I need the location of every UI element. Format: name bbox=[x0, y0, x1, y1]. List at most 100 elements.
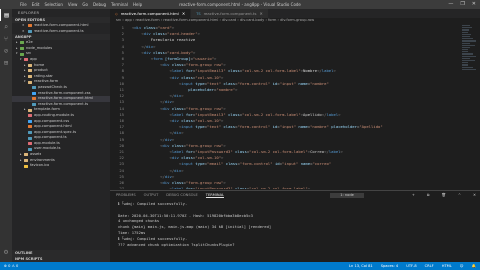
open-editors-list: ✕ reactive-form.component.html ✕ reactive-f… bbox=[12, 23, 110, 34]
panel-tab-debug-console[interactable]: DEBUG CONSOLE bbox=[166, 193, 197, 198]
menu-item-edit[interactable]: Edit bbox=[32, 2, 40, 7]
line-number: 19 bbox=[119, 136, 124, 142]
line-number: 26 bbox=[119, 180, 124, 185]
status-item[interactable]: UTF-8 bbox=[406, 264, 416, 268]
folder-icon bbox=[28, 80, 32, 84]
minimap[interactable] bbox=[462, 24, 476, 184]
code-line: </div> bbox=[169, 93, 184, 99]
code-line: <div class="col-sm-10"> bbox=[169, 118, 224, 123]
open-editor-label: reactive-form.component.ts bbox=[33, 28, 84, 33]
file-icon bbox=[28, 142, 32, 146]
code-line: </div> bbox=[160, 173, 175, 179]
editor-tab[interactable]: ◇ reactive-form.component.html ✕ bbox=[110, 9, 192, 18]
line-number: 25 bbox=[119, 173, 124, 179]
menu-item-help[interactable]: Help bbox=[133, 2, 142, 7]
minimize-button[interactable]: — bbox=[448, 1, 453, 7]
line-number: 27 bbox=[119, 186, 124, 189]
code-line: <div class="col-sm-10"> bbox=[169, 74, 224, 80]
file-tree: ▸ e2e ▸ node_modules ▾ src ▾ app ▸ home ▸ product ▸ r… bbox=[12, 40, 110, 169]
file-type-icon bbox=[27, 29, 32, 33]
code-line: </div> bbox=[169, 130, 184, 136]
line-number: 22 bbox=[119, 155, 124, 161]
status-item[interactable]: CRLF bbox=[425, 264, 434, 268]
line-number: 23 bbox=[119, 161, 124, 167]
status-item[interactable]: Ln 13, Col 81 bbox=[349, 264, 373, 268]
menu-item-file[interactable]: File bbox=[20, 2, 27, 7]
folder-icon bbox=[24, 58, 28, 62]
menu-item-go[interactable]: Go bbox=[82, 2, 88, 7]
file-icon bbox=[28, 125, 32, 129]
code-line: <div class="card-header"> bbox=[141, 31, 200, 37]
debug-icon[interactable]: ⊘ bbox=[0, 45, 12, 57]
add-terminal-icon[interactable]: + bbox=[412, 193, 415, 197]
code-line: </div> bbox=[169, 167, 184, 173]
close-icon[interactable]: ✕ bbox=[182, 11, 185, 16]
html-file-icon: ◇ bbox=[115, 11, 118, 16]
line-number: 5 bbox=[121, 49, 124, 55]
line-number: 7 bbox=[121, 62, 124, 68]
file-icon bbox=[32, 103, 36, 107]
file-icon bbox=[28, 147, 32, 151]
extensions-icon[interactable]: ⊞ bbox=[0, 57, 12, 69]
tree-item[interactable]: favicon.ico bbox=[12, 163, 110, 169]
code-line: <div class="form-group row"> bbox=[160, 62, 226, 68]
status-item[interactable]: HTML bbox=[442, 264, 452, 268]
code-line: <form [formGroup]="usuario"> bbox=[150, 56, 217, 61]
line-number: 12 bbox=[119, 93, 124, 99]
panel-tab-problems[interactable]: PROBLEMS bbox=[116, 193, 136, 198]
line-number: 9 bbox=[121, 74, 124, 80]
folder-icon bbox=[28, 108, 32, 112]
menu-bar: File Edit Selection View Go Debug Terminal Help bbox=[20, 2, 142, 7]
code-line: <div class="form-group row"> bbox=[160, 105, 226, 111]
code-editor[interactable]: 1 2 3 4 5 6 7 8 9 10 11 12 13 14 15 16 17 18 19 20 21 22 23 24 2… bbox=[110, 24, 480, 189]
source-control-icon[interactable]: ⑂ bbox=[0, 33, 12, 45]
file-icon bbox=[28, 119, 32, 123]
menu-item-selection[interactable]: Selection bbox=[44, 2, 62, 7]
status-item[interactable]: Spaces: 4 bbox=[381, 264, 398, 268]
menu-item-view[interactable]: View bbox=[68, 2, 78, 7]
activity-bar: ▤ ⌕ ⑂ ⊘ ⊞ ⚙ bbox=[0, 9, 12, 262]
line-number: 21 bbox=[119, 149, 124, 154]
bottom-panel: PROBLEMS OUTPUT DEBUG CONSOLE TERMINAL 1: n… bbox=[110, 190, 480, 263]
code-line: </div> bbox=[141, 43, 156, 49]
problems-status[interactable]: ⊗ 0 ⚠ 0 bbox=[4, 264, 18, 268]
search-icon[interactable]: ⌕ bbox=[0, 21, 12, 33]
settings-gear-icon[interactable]: ⚙ bbox=[0, 246, 12, 258]
status-item[interactable]: 🔔 bbox=[472, 264, 476, 268]
menu-item-debug[interactable]: Debug bbox=[93, 2, 106, 7]
folder-icon bbox=[24, 158, 28, 162]
files-icon[interactable]: ▤ bbox=[0, 9, 12, 21]
file-icon bbox=[28, 130, 32, 134]
maximize-button[interactable]: ❐ bbox=[460, 1, 464, 7]
status-bar: ⊗ 0 ⚠ 0 Ln 13, Col 81 Spaces: 4 UTF-8 CRLF H… bbox=[0, 262, 480, 270]
tree-item-label: favicon.ico bbox=[30, 163, 50, 168]
line-number: 4 bbox=[121, 43, 124, 49]
terminal-select[interactable]: 1: node bbox=[330, 192, 364, 198]
menu-item-terminal[interactable]: Terminal bbox=[111, 2, 128, 7]
title-bar: File Edit Selection View Go Debug Terminal Help… bbox=[0, 0, 480, 9]
code-line: <div class="card"> bbox=[132, 25, 175, 30]
code-line: <div class="card-body"> bbox=[141, 49, 196, 55]
close-panel-icon[interactable]: ✕ bbox=[473, 193, 476, 197]
line-number: 13 bbox=[119, 99, 124, 105]
kill-terminal-icon[interactable]: 🗑 bbox=[441, 193, 446, 197]
panel-tab-terminal[interactable]: TERMINAL bbox=[205, 193, 225, 198]
line-number: 10 bbox=[119, 80, 124, 86]
editor-tab[interactable]: TS reactive-form.component.ts ✕ bbox=[191, 9, 269, 18]
maximize-panel-icon[interactable]: ^ bbox=[458, 193, 461, 197]
close-icon[interactable]: ✕ bbox=[260, 11, 263, 16]
panel-tab-output[interactable]: OUTPUT bbox=[144, 193, 159, 198]
close-button[interactable]: ✕ bbox=[472, 1, 476, 7]
line-number: 6 bbox=[121, 56, 124, 61]
terminal-output[interactable]: ℹ ｢wdm｣: Compiled successfully. Date: 20… bbox=[110, 199, 480, 249]
file-icon bbox=[28, 114, 32, 118]
file-icon bbox=[32, 86, 36, 90]
line-number: 11 bbox=[119, 87, 124, 92]
status-item[interactable]: ☺ bbox=[460, 264, 464, 268]
split-terminal-icon[interactable]: ⧉ bbox=[427, 193, 430, 197]
code-line: <div class="form-group row"> bbox=[160, 142, 226, 148]
line-number: 16 bbox=[119, 118, 124, 123]
code-line: </div> bbox=[160, 99, 175, 105]
folder-icon bbox=[28, 63, 32, 67]
code-line: <input type="text" class="form-control" … bbox=[178, 124, 383, 130]
